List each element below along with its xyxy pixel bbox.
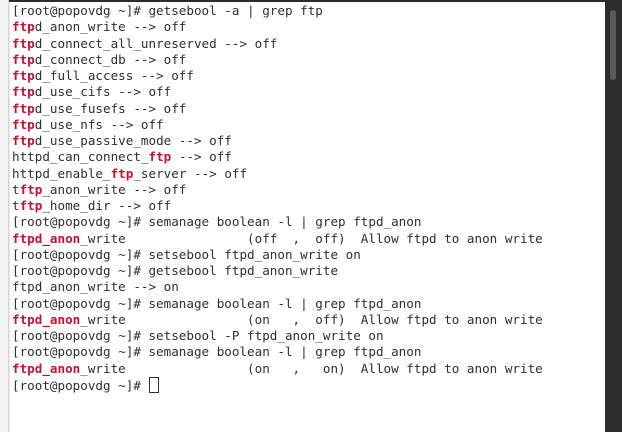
terminal-text: d_anon_write --> off bbox=[34, 19, 187, 35]
terminal-line: [root@popovdg ~]# semanage boolean -l | … bbox=[12, 296, 543, 312]
terminal-line: ftpd_anon_write (off , off) Allow ftpd t… bbox=[12, 231, 543, 247]
terminal-line: ftpd_anon_write --> off bbox=[12, 19, 543, 35]
terminal-text: httpd_enable_ bbox=[12, 165, 111, 181]
terminal-line: [root@popovdg ~]# setsebool ftpd_anon_wr… bbox=[12, 247, 543, 263]
grep-match-highlight: ftp bbox=[12, 68, 35, 83]
terminal-lines: [root@popovdg ~]# getsebool -a | grep ft… bbox=[12, 3, 543, 393]
terminal-line: tftp_home_dir --> off bbox=[12, 198, 543, 214]
terminal-text: d_full_access --> off bbox=[34, 68, 194, 83]
terminal-line: ftpd_connect_db --> off bbox=[12, 52, 543, 68]
window-left-edge bbox=[0, 0, 9, 432]
terminal-line: ftpd_anon_write --> on bbox=[12, 279, 543, 295]
terminal-line: ftpd_use_passive_mode --> off bbox=[12, 133, 543, 149]
terminal-line: [root@popovdg ~]# bbox=[12, 376, 543, 393]
terminal-text: _home_dir --> off bbox=[42, 198, 172, 213]
terminal-text: d_use_passive_mode --> off bbox=[34, 133, 232, 148]
grep-match-highlight: ftp bbox=[12, 133, 35, 148]
terminal-text: [root@popovdg ~]# getsebool -a | grep ft… bbox=[12, 3, 323, 18]
grep-match-highlight: ftpd_anon bbox=[12, 311, 81, 327]
terminal-line: [root@popovdg ~]# semanage boolean -l | … bbox=[12, 214, 543, 230]
terminal-text: d_connect_db --> off bbox=[34, 51, 187, 67]
grep-match-highlight: ftp bbox=[148, 149, 172, 165]
terminal-line: ftpd_anon_write (on , off) Allow ftpd to… bbox=[12, 312, 543, 328]
terminal-line: httpd_can_connect_ftp --> off bbox=[12, 149, 543, 165]
terminal-line: [root@popovdg ~]# getsebool -a | grep ft… bbox=[12, 3, 543, 19]
grep-match-highlight: ftp bbox=[12, 35, 35, 51]
terminal-text: d_use_cifs --> off bbox=[34, 84, 172, 100]
terminal-text: [root@popovdg ~]# setsebool ftpd_anon_wr… bbox=[12, 246, 361, 262]
terminal-line: ftpd_use_cifs --> off bbox=[12, 84, 543, 100]
grep-match-highlight: ftp bbox=[19, 181, 43, 197]
terminal-text: _write (on , off) Allow ftpd to anon wri… bbox=[80, 311, 543, 327]
grep-match-highlight: ftp bbox=[12, 51, 35, 67]
terminal-text: t bbox=[12, 198, 20, 213]
grep-match-highlight: ftp bbox=[12, 84, 35, 100]
grep-match-highlight: ftp bbox=[12, 19, 35, 35]
terminal-text: d_use_fusefs --> off bbox=[34, 100, 187, 116]
terminal-text: [root@popovdg ~]# setsebool -P ftpd_anon… bbox=[12, 328, 384, 343]
terminal-line: ftpd_connect_all_unreserved --> off bbox=[12, 36, 543, 52]
grep-match-highlight: ftp bbox=[19, 198, 43, 213]
terminal-line: tftp_anon_write --> off bbox=[12, 182, 543, 198]
grep-match-highlight: ftp bbox=[110, 165, 134, 181]
terminal-text: d_connect_all_unreserved --> off bbox=[34, 35, 278, 51]
terminal-scrollbar[interactable] bbox=[605, 2, 622, 432]
terminal-line: [root@popovdg ~]# getsebool ftpd_anon_wr… bbox=[12, 263, 543, 279]
terminal-text: _write (on , on) Allow ftpd to anon writ… bbox=[80, 360, 543, 376]
terminal-text: t bbox=[12, 181, 20, 197]
terminal-text: [root@popovdg ~]# getsebool ftpd_anon_wr… bbox=[12, 263, 339, 278]
terminal-line: [root@popovdg ~]# setsebool -P ftpd_anon… bbox=[12, 328, 543, 344]
grep-match-highlight: ftpd_anon bbox=[12, 230, 81, 246]
terminal-line: ftpd_full_access --> off bbox=[12, 68, 543, 84]
terminal-line: [root@popovdg ~]# semanage boolean -l | … bbox=[12, 344, 543, 360]
terminal-text: [root@popovdg ~]# semanage boolean -l | … bbox=[12, 295, 422, 311]
terminal-output-area[interactable]: [root@popovdg ~]# getsebool -a | grep ft… bbox=[10, 2, 605, 432]
grep-match-highlight: ftp bbox=[12, 100, 35, 116]
terminal-window: [root@popovdg ~]# getsebool -a | grep ft… bbox=[0, 0, 622, 432]
scrollbar-thumb[interactable] bbox=[610, 10, 616, 80]
terminal-text: _write (off , off) Allow ftpd to anon wr… bbox=[80, 230, 543, 246]
terminal-line: ftpd_anon_write (on , on) Allow ftpd to … bbox=[12, 361, 543, 377]
terminal-line: httpd_enable_ftp_server --> off bbox=[12, 166, 543, 182]
terminal-text: ftpd_anon_write --> on bbox=[12, 279, 179, 295]
grep-match-highlight: ftpd_anon bbox=[12, 360, 81, 376]
terminal-text: [root@popovdg ~]# semanage boolean -l | … bbox=[12, 214, 422, 230]
terminal-text: [root@popovdg ~]# bbox=[12, 377, 149, 393]
terminal-text: [root@popovdg ~]# semanage boolean -l | … bbox=[12, 344, 422, 360]
terminal-line: ftpd_use_fusefs --> off bbox=[12, 101, 543, 117]
text-cursor bbox=[149, 376, 160, 393]
terminal-line: ftpd_use_nfs --> off bbox=[12, 117, 543, 133]
terminal-text: _anon_write --> off bbox=[42, 181, 187, 197]
terminal-text: --> off bbox=[171, 149, 232, 165]
grep-match-highlight: ftp bbox=[12, 116, 35, 132]
terminal-text: httpd_can_connect_ bbox=[12, 149, 149, 165]
terminal-text: _server --> off bbox=[133, 165, 248, 181]
terminal-text: d_use_nfs --> off bbox=[34, 116, 164, 132]
